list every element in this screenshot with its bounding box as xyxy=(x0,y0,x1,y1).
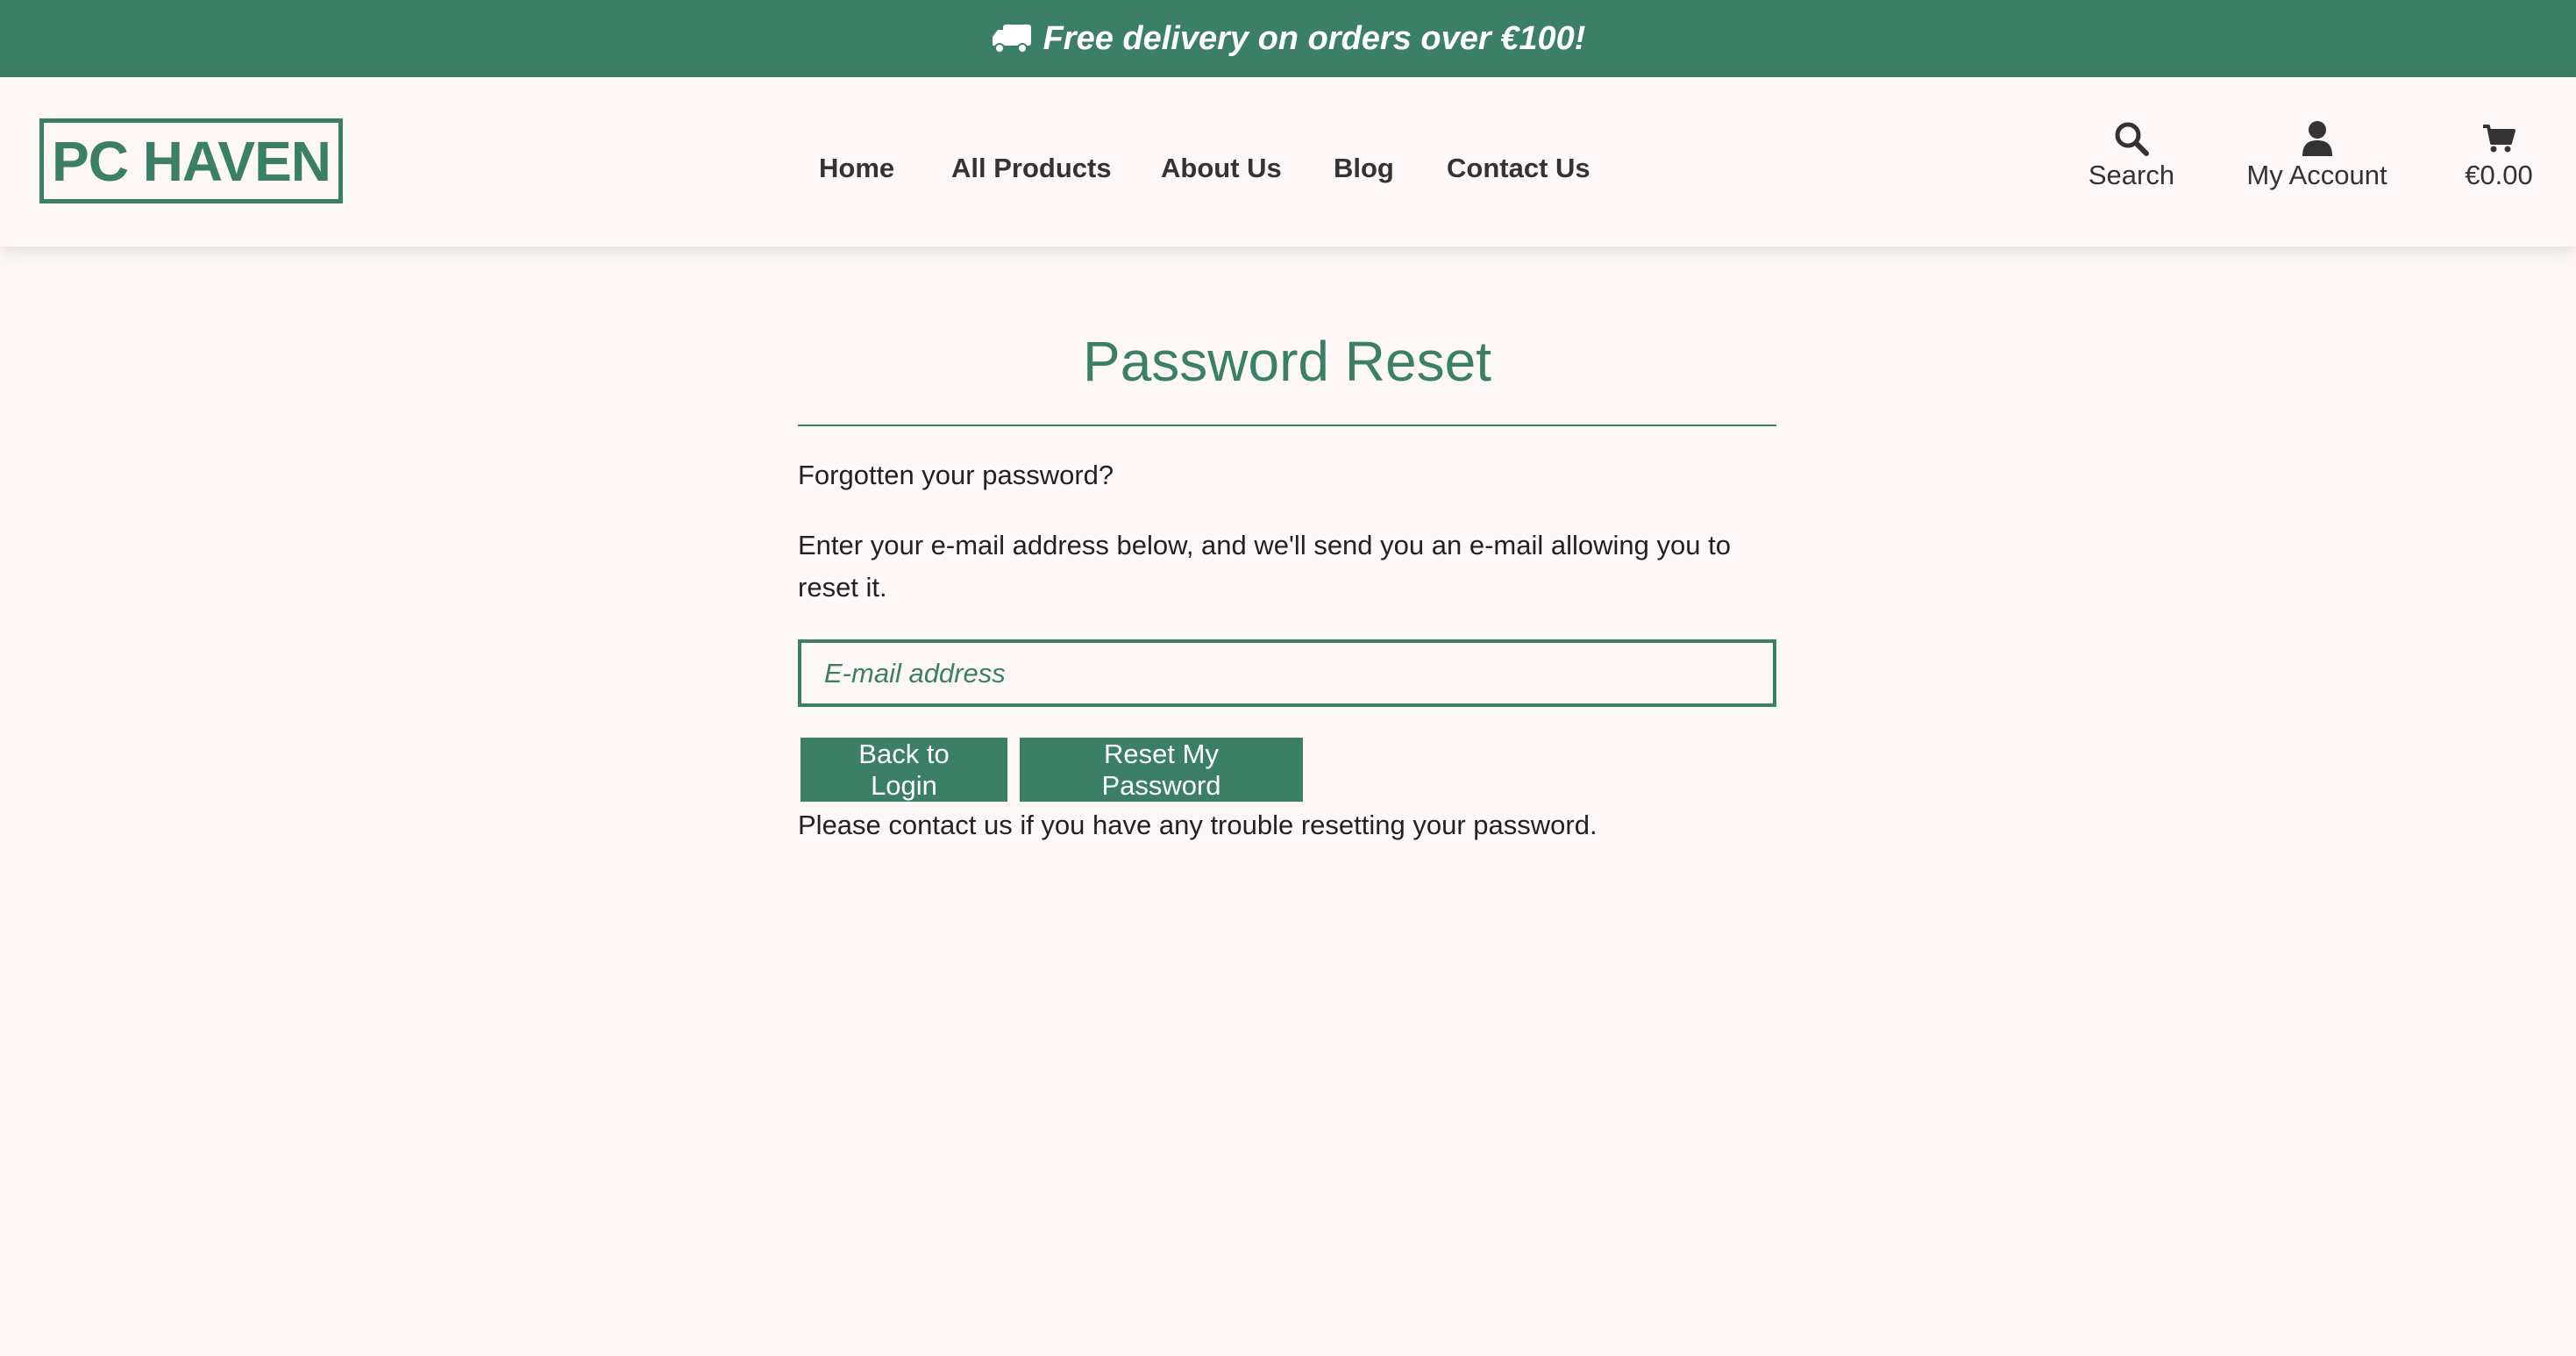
cart-icon xyxy=(2482,118,2516,160)
page-title: Password Reset xyxy=(1083,330,1491,393)
cart-button[interactable]: €0.00 xyxy=(2459,118,2538,191)
main-nav: Home All Products About Us Blog Contact … xyxy=(0,153,2576,188)
title-divider xyxy=(798,425,1776,426)
site-header: PC HAVEN Home All Products About Us Blog… xyxy=(0,77,2576,246)
back-to-login-button[interactable]: Back to Login xyxy=(801,738,1007,802)
cart-total: €0.00 xyxy=(2465,160,2533,190)
nav-home[interactable]: Home xyxy=(819,153,894,184)
banner-text: Free delivery on orders over €100! xyxy=(1042,19,1586,57)
delivery-banner: Free delivery on orders over €100! xyxy=(0,0,2576,77)
user-icon xyxy=(2301,118,2334,160)
truck-icon xyxy=(991,23,1033,54)
form-actions: Back to Login Reset My Password xyxy=(798,738,1776,802)
nav-contact-us[interactable]: Contact Us xyxy=(1447,153,1590,184)
search-button[interactable]: Search xyxy=(2088,118,2175,191)
search-label: Search xyxy=(2088,160,2175,190)
password-reset-section: Password Reset Forgotten your password? … xyxy=(798,325,1776,844)
my-account-label: My Account xyxy=(2246,160,2387,190)
nav-all-products[interactable]: All Products xyxy=(951,153,1112,184)
search-icon xyxy=(2113,118,2150,160)
help-text: Please contact us if you have any troubl… xyxy=(798,810,1598,840)
nav-blog[interactable]: Blog xyxy=(1334,153,1394,184)
intro-text: Forgotten your password? xyxy=(798,460,1114,490)
nav-about-us[interactable]: About Us xyxy=(1161,153,1282,184)
my-account-button[interactable]: My Account xyxy=(2240,118,2394,191)
site-logo[interactable]: PC HAVEN xyxy=(39,118,343,203)
reset-password-button[interactable]: Reset My Password xyxy=(1020,738,1303,802)
instructions-text: Enter your e-mail address below, and we'… xyxy=(798,530,1731,603)
email-field[interactable] xyxy=(798,639,1776,707)
